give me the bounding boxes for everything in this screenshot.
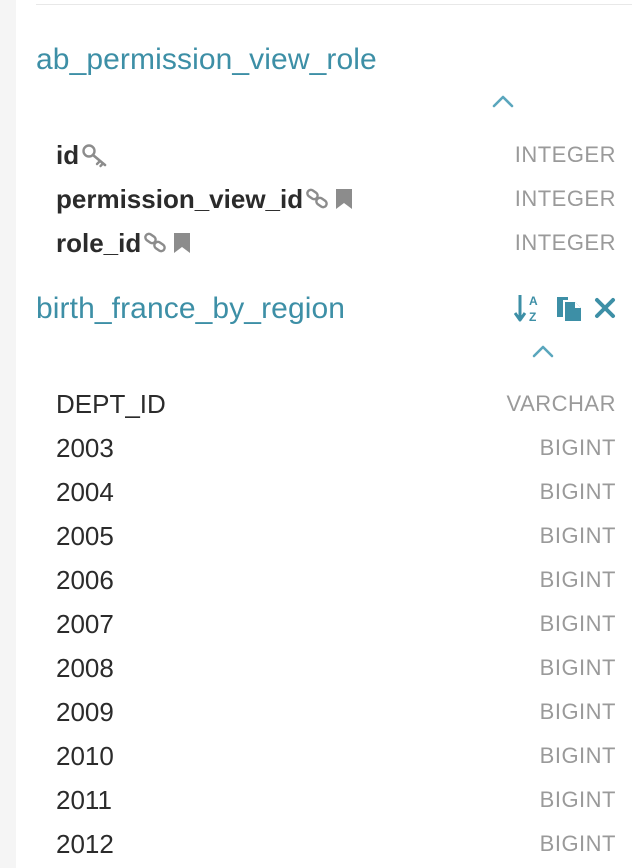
- column-row: 2005 BIGINT: [56, 518, 616, 554]
- collapse-toggle[interactable]: [488, 92, 518, 114]
- column-type: BIGINT: [539, 699, 616, 724]
- collapse-toggle[interactable]: [528, 342, 558, 364]
- column-row: role_id INTEGER: [56, 225, 616, 261]
- column-row: 2007 BIGINT: [56, 606, 616, 642]
- divider: [36, 4, 632, 5]
- column-type: BIGINT: [539, 567, 616, 592]
- column-row: 2004 BIGINT: [56, 474, 616, 510]
- column-row: 2006 BIGINT: [56, 562, 616, 598]
- column-row: 2011 BIGINT: [56, 782, 616, 818]
- bookmark-icon: [171, 231, 193, 255]
- table-actions: A Z: [514, 292, 616, 324]
- column-row: id INTEGER: [56, 137, 616, 173]
- column-type: BIGINT: [539, 655, 616, 680]
- column-type: VARCHAR: [506, 391, 616, 416]
- column-type: BIGINT: [539, 831, 616, 856]
- column-name: 2008: [56, 652, 114, 683]
- bookmark-icon: [333, 187, 355, 211]
- svg-text:A: A: [529, 294, 538, 308]
- column-name: permission_view_id: [56, 183, 304, 214]
- column-name: DEPT_ID: [56, 388, 166, 419]
- column-name: 2004: [56, 476, 114, 507]
- column-type: INTEGER: [514, 230, 616, 255]
- column-type: BIGINT: [539, 787, 616, 812]
- column-name: 2006: [56, 564, 114, 595]
- column-row: 2010 BIGINT: [56, 738, 616, 774]
- column-row: 2008 BIGINT: [56, 650, 616, 686]
- column-row: DEPT_ID VARCHAR: [56, 386, 616, 422]
- table-title-birth-france-by-region[interactable]: birth_france_by_region: [36, 291, 345, 327]
- link-icon: [305, 187, 331, 211]
- chevron-up-icon: [492, 94, 514, 113]
- column-type: BIGINT: [539, 479, 616, 504]
- table-title-ab-permission-view-role[interactable]: ab_permission_view_role: [36, 42, 377, 78]
- copy-icon[interactable]: [554, 293, 584, 323]
- column-row: 2009 BIGINT: [56, 694, 616, 730]
- column-type: BIGINT: [539, 435, 616, 460]
- column-row: 2003 BIGINT: [56, 430, 616, 466]
- svg-text:Z: Z: [529, 310, 536, 324]
- column-type: BIGINT: [539, 523, 616, 548]
- column-type: BIGINT: [539, 611, 616, 636]
- column-row: permission_view_id INTEGER: [56, 181, 616, 217]
- column-name: role_id: [56, 227, 142, 258]
- sort-alpha-icon[interactable]: A Z: [514, 292, 544, 324]
- column-name: 2007: [56, 608, 114, 639]
- column-name: 2005: [56, 520, 114, 551]
- link-icon: [143, 231, 169, 255]
- schema-panel: ab_permission_view_role id INTEGER permi…: [16, 0, 632, 868]
- column-name: 2010: [56, 740, 114, 771]
- column-name: 2011: [56, 784, 112, 815]
- chevron-up-icon: [532, 344, 554, 363]
- column-type: INTEGER: [514, 142, 616, 167]
- close-icon[interactable]: [594, 297, 616, 319]
- column-name: 2009: [56, 696, 114, 727]
- column-row: 2012 BIGINT: [56, 826, 616, 862]
- key-icon: [81, 142, 109, 168]
- column-name: 2012: [56, 828, 114, 859]
- column-name: 2003: [56, 432, 114, 463]
- column-name: id: [56, 139, 80, 170]
- column-type: BIGINT: [539, 743, 616, 768]
- column-type: INTEGER: [514, 186, 616, 211]
